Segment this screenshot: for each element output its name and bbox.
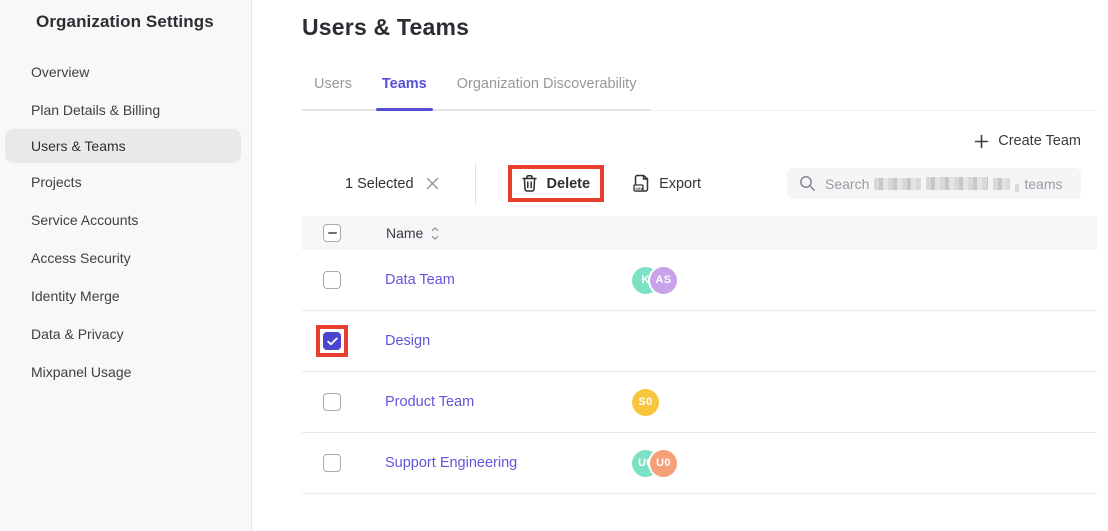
- sidebar-item-identity-merge[interactable]: Identity Merge: [0, 277, 251, 315]
- table-row: Support Engineering U0 U0: [302, 433, 1097, 494]
- table-row: Data Team K AS: [302, 250, 1097, 311]
- avatar: U0: [650, 450, 677, 477]
- delete-label: Delete: [547, 176, 591, 192]
- redacted-text: [993, 178, 1010, 190]
- csv-file-icon: csv: [633, 174, 650, 193]
- svg-text:csv: csv: [635, 186, 643, 191]
- delete-annotation-box: Delete: [508, 165, 605, 202]
- row-checkbox[interactable]: [323, 271, 341, 289]
- sidebar: Organization Settings Overview Plan Deta…: [0, 0, 252, 531]
- search-icon: [799, 175, 816, 192]
- redacted-text: [874, 178, 921, 190]
- check-icon: [327, 337, 338, 346]
- selected-count: 1 Selected: [345, 176, 414, 192]
- sidebar-item-projects[interactable]: Projects: [0, 163, 251, 201]
- avatar-group: U0 U0: [632, 450, 1097, 477]
- row-checkbox[interactable]: [323, 454, 341, 472]
- sidebar-item-users-teams[interactable]: Users & Teams: [5, 129, 241, 163]
- teams-table: Name Data Team K AS: [302, 216, 1097, 494]
- sort-icon: [431, 227, 439, 240]
- team-name-link[interactable]: Product Team: [385, 394, 632, 410]
- sidebar-item-plan-details-billing[interactable]: Plan Details & Billing: [0, 91, 251, 129]
- page-title: Users & Teams: [302, 14, 1097, 41]
- export-label: Export: [659, 176, 701, 192]
- sidebar-item-mixpanel-usage[interactable]: Mixpanel Usage: [0, 353, 251, 391]
- create-team-row: Create Team: [302, 133, 1097, 149]
- redacted-text: [926, 177, 988, 190]
- plus-icon: [974, 134, 989, 149]
- name-column-header[interactable]: Name: [386, 225, 632, 241]
- avatar-group: S0: [632, 389, 1097, 416]
- table-header: Name: [302, 216, 1097, 250]
- row-checkbox[interactable]: [323, 393, 341, 411]
- create-team-button[interactable]: Create Team: [974, 133, 1081, 149]
- indeterminate-dash-icon: [328, 232, 337, 234]
- sidebar-item-access-security[interactable]: Access Security: [0, 239, 251, 277]
- team-name-link[interactable]: Data Team: [385, 272, 632, 288]
- tab-bar: Users Teams Organization Discoverability: [302, 72, 1097, 111]
- redacted-text: [1015, 184, 1019, 192]
- create-team-label: Create Team: [998, 133, 1081, 149]
- sidebar-title: Organization Settings: [36, 12, 251, 32]
- selection-toolbar: 1 Selected Delete: [302, 163, 1097, 204]
- toolbar-divider: [475, 163, 476, 204]
- table-row: Product Team S0: [302, 372, 1097, 433]
- avatar-group: K AS: [632, 267, 1097, 294]
- avatar: AS: [650, 267, 677, 294]
- select-all-checkbox[interactable]: [323, 224, 341, 242]
- tab-teams[interactable]: Teams: [381, 76, 428, 109]
- search-input[interactable]: Search teams: [787, 168, 1081, 199]
- row-checkbox[interactable]: [323, 332, 341, 350]
- avatar: S0: [632, 389, 659, 416]
- trash-icon: [521, 174, 538, 193]
- main-content: Users & Teams Users Teams Organization D…: [252, 0, 1108, 531]
- delete-button[interactable]: Delete: [521, 174, 591, 193]
- sidebar-item-service-accounts[interactable]: Service Accounts: [0, 201, 251, 239]
- sidebar-item-overview[interactable]: Overview: [0, 53, 251, 91]
- close-icon: [425, 176, 440, 191]
- sidebar-nav: Overview Plan Details & Billing Users & …: [0, 53, 251, 391]
- team-name-link[interactable]: Support Engineering: [385, 455, 632, 471]
- tab-list: Users Teams Organization Discoverability: [302, 72, 651, 111]
- tab-organization-discoverability[interactable]: Organization Discoverability: [456, 76, 638, 109]
- export-button[interactable]: csv Export: [633, 174, 701, 193]
- tab-users[interactable]: Users: [313, 76, 353, 109]
- team-name-link[interactable]: Design: [385, 333, 632, 349]
- search-placeholder: Search teams: [825, 176, 1062, 192]
- sidebar-item-data-privacy[interactable]: Data & Privacy: [0, 315, 251, 353]
- table-row: Design: [302, 311, 1097, 372]
- app-window: Organization Settings Overview Plan Deta…: [0, 0, 1108, 531]
- clear-selection-button[interactable]: [425, 176, 440, 191]
- checkbox-annotation-box: [316, 325, 348, 357]
